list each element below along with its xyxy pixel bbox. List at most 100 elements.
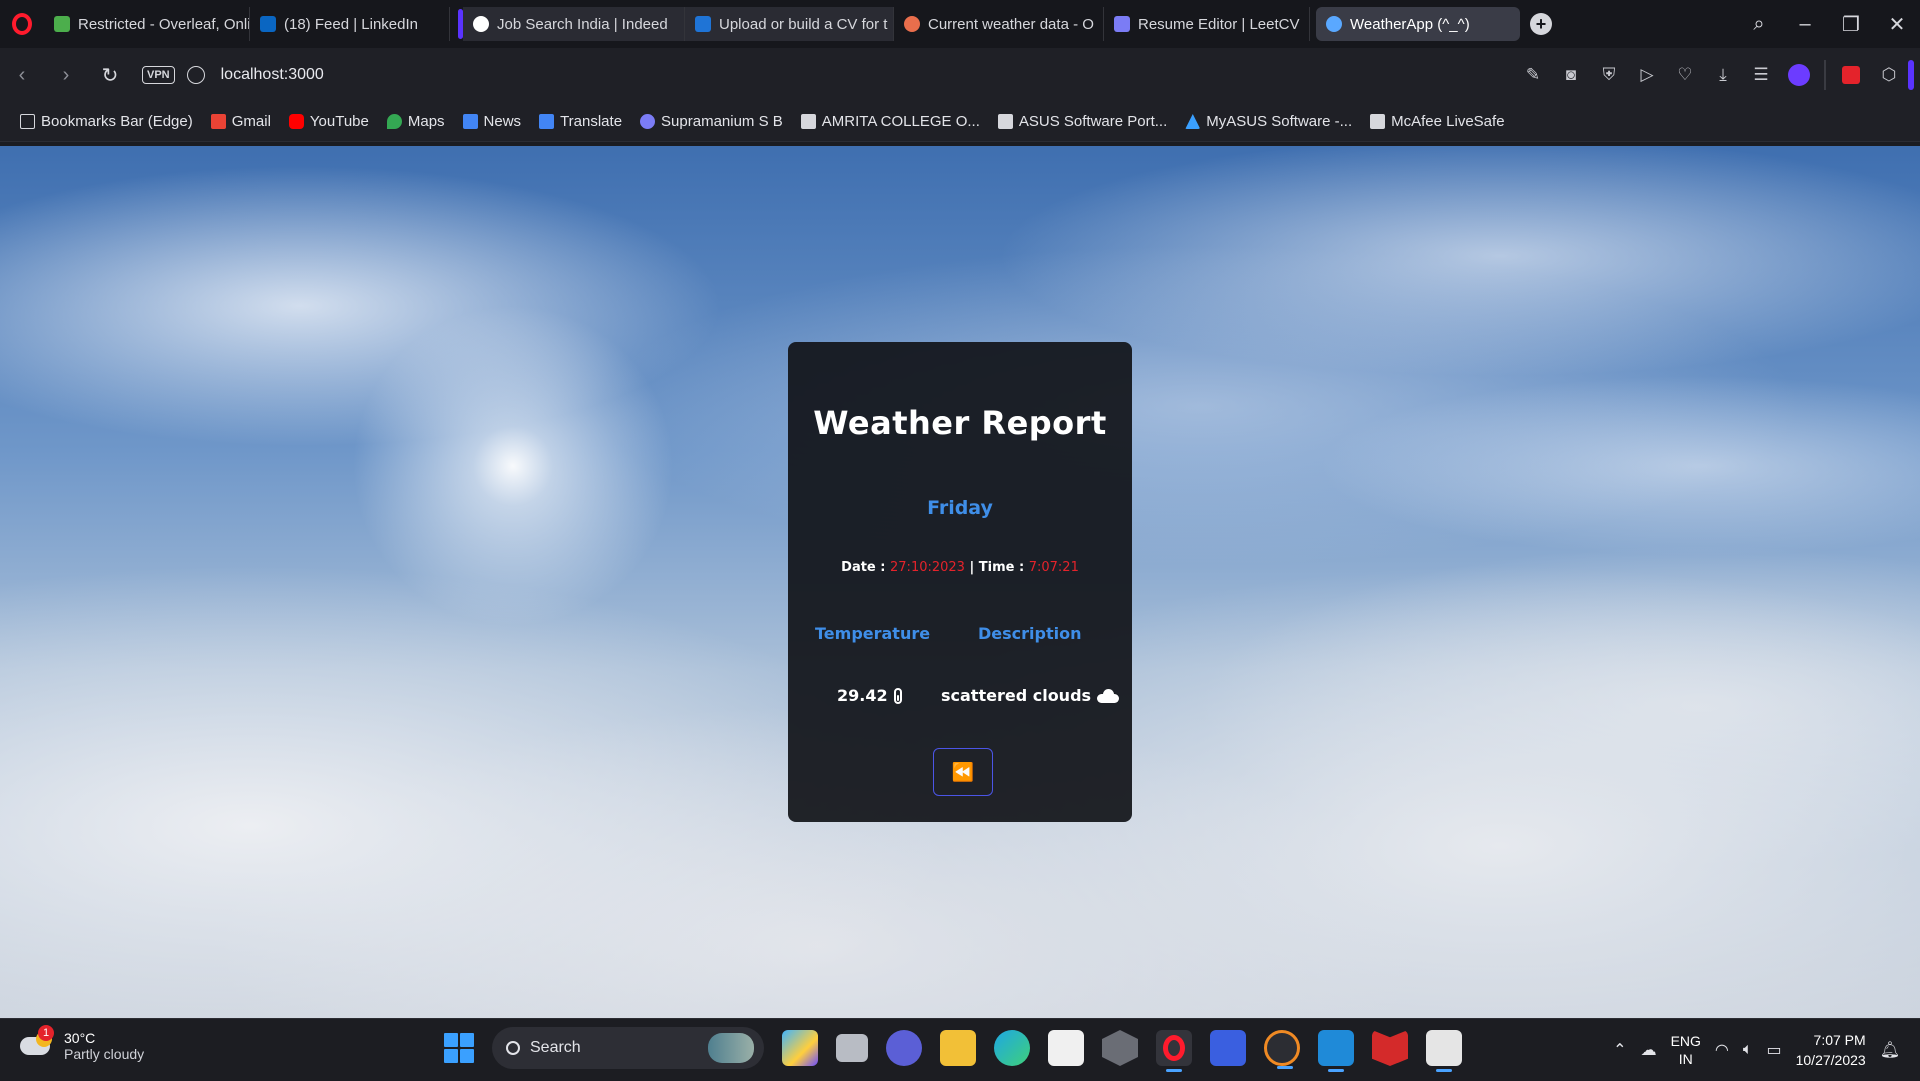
leetcv-icon	[1114, 16, 1130, 32]
globe-icon[interactable]	[186, 66, 205, 84]
lang-top: ENG	[1670, 1033, 1701, 1049]
opera-logo-icon[interactable]	[0, 0, 44, 48]
page-icon	[1370, 114, 1386, 129]
opera-taskbar-icon[interactable]	[1156, 1030, 1192, 1072]
thermometer-icon	[893, 687, 902, 704]
weather-widget[interactable]: 1 30°C Partly cloudy	[20, 1025, 144, 1063]
url-field[interactable]: localhost:3000	[221, 66, 324, 84]
bookmark-youtube[interactable]: YouTube	[288, 113, 369, 130]
mcafee-icon[interactable]	[1372, 1030, 1408, 1066]
play-icon[interactable]: ▷	[1628, 48, 1666, 102]
speaker-icon[interactable]: 🔈︎	[1743, 1041, 1753, 1059]
store-icon[interactable]	[1048, 1030, 1084, 1066]
wifi-icon[interactable]: ◠	[1715, 1040, 1729, 1060]
page-viewport-sky-background: Weather Report Friday Date : 27:10:2023 …	[0, 146, 1920, 1018]
language-indicator[interactable]: ENG IN	[1671, 1032, 1701, 1068]
new-tab-button[interactable]: +	[1530, 13, 1552, 35]
windows-start-icon[interactable]	[444, 1033, 474, 1063]
clock-time: 7:07 PM	[1813, 1032, 1866, 1048]
notification-bell-icon[interactable]: 🔔︎	[1880, 1040, 1900, 1060]
tab-title: Restricted - Overleaf, Onli	[78, 15, 250, 33]
description-value-group: scattered clouds	[941, 686, 1120, 705]
time-value: 7:07:21	[1028, 560, 1079, 575]
media-player-icon[interactable]	[1264, 1030, 1300, 1069]
bookmark-label: Translate	[560, 113, 623, 130]
tab-leetcv[interactable]: Resume Editor | LeetCV	[1104, 7, 1310, 41]
easy-setup-icon[interactable]: ☰	[1742, 48, 1780, 102]
openweather-icon	[904, 16, 920, 32]
close-icon[interactable]: ✕	[1874, 12, 1920, 37]
vpn-badge[interactable]: VPN	[142, 66, 175, 84]
task-view-icon[interactable]	[836, 1034, 868, 1062]
file-explorer-icon[interactable]	[940, 1030, 976, 1066]
bookmark-label: YouTube	[309, 113, 369, 130]
unity-icon[interactable]	[1102, 1030, 1138, 1066]
bookmark-maps[interactable]: Maps	[386, 113, 445, 130]
bookmark-asus-portal[interactable]: ASUS Software Port...	[997, 113, 1168, 130]
link-icon	[640, 114, 656, 129]
weather-report-card: Weather Report Friday Date : 27:10:2023 …	[788, 342, 1132, 822]
bookmark-supramanium[interactable]: Supramanium S B	[640, 113, 783, 130]
bookmark-news[interactable]: News	[462, 113, 521, 130]
bookmark-gmail[interactable]: Gmail	[210, 113, 271, 130]
folder-icon	[20, 114, 35, 129]
tab-search-icon[interactable]: ⌕	[1736, 13, 1782, 36]
asus-app-icon[interactable]	[1210, 1030, 1246, 1066]
copilot-pre-icon[interactable]	[782, 1030, 818, 1066]
tab-overleaf[interactable]: Restricted - Overleaf, Onli	[44, 7, 250, 41]
aria-icon[interactable]	[1780, 48, 1818, 102]
battery-icon[interactable]: ▭	[1766, 1040, 1781, 1060]
clock-date: 10/27/2023	[1795, 1052, 1866, 1068]
windows-taskbar: 1 30°C Partly cloudy Search ⌃ ☁ ENG IN ◠…	[0, 1018, 1920, 1080]
camera-icon[interactable]: ◙	[1552, 48, 1590, 102]
tab-linkedin[interactable]: (18) Feed | LinkedIn	[250, 7, 450, 41]
tab-list: Restricted - Overleaf, Onli (18) Feed | …	[44, 0, 1552, 48]
edge-icon[interactable]	[994, 1030, 1030, 1066]
taskbar-search[interactable]: Search	[492, 1027, 764, 1069]
page-icon	[800, 114, 816, 129]
search-icon	[506, 1041, 520, 1055]
linkedin-icon	[260, 16, 276, 32]
news-icon	[462, 114, 478, 129]
youtube-icon	[288, 114, 304, 129]
bookmark-label: ASUS Software Port...	[1018, 113, 1168, 130]
tab-cv-upload[interactable]: Upload or build a CV for t	[685, 7, 894, 41]
page-icon	[997, 114, 1013, 129]
sidebar-accent	[1908, 60, 1914, 90]
back-button[interactable]: ⏪	[933, 748, 993, 796]
extensions-cube-icon[interactable]: ⬡	[1870, 48, 1908, 102]
chevron-up-icon[interactable]: ⌃	[1613, 1040, 1626, 1060]
minimize-icon[interactable]: –	[1782, 13, 1828, 36]
bookmark-label: Gmail	[231, 113, 271, 130]
shield-icon[interactable]: ⛨	[1590, 48, 1628, 102]
search-placeholder: Search	[530, 1039, 581, 1056]
vscode-icon[interactable]	[1318, 1030, 1354, 1072]
cv-site-icon	[695, 16, 711, 32]
tab-openweather[interactable]: Current weather data - O	[894, 7, 1104, 41]
tab-title: Current weather data - O	[928, 15, 1094, 33]
download-icon[interactable]: ⤓	[1704, 48, 1742, 102]
heart-icon[interactable]: ♡	[1666, 48, 1704, 102]
bookmark-edge-folder[interactable]: Bookmarks Bar (Edge)	[20, 113, 193, 130]
description-header: Description	[978, 624, 1082, 643]
bookmark-translate[interactable]: Translate	[539, 113, 622, 130]
teams-chat-icon[interactable]	[886, 1030, 922, 1066]
forward-icon[interactable]: ›	[44, 48, 88, 102]
onedrive-icon[interactable]: ☁	[1641, 1040, 1657, 1060]
bookmark-mcafee[interactable]: McAfee LiveSafe	[1370, 113, 1505, 130]
clock[interactable]: 7:07 PM 10/27/2023	[1796, 1030, 1866, 1070]
bookmark-label: McAfee LiveSafe	[1391, 113, 1505, 130]
tab-weatherapp-active[interactable]: WeatherApp (^_^)	[1316, 7, 1520, 41]
bookmark-myasus[interactable]: MyASUS Software -...	[1185, 113, 1352, 130]
snipping-tool-icon[interactable]	[1426, 1030, 1462, 1072]
back-icon[interactable]: ‹	[0, 48, 44, 102]
overleaf-icon	[54, 16, 70, 32]
tab-indeed[interactable]: Job Search India | Indeed	[463, 7, 685, 41]
reload-icon[interactable]: ↻	[88, 48, 132, 102]
partly-cloudy-icon: 1	[20, 1025, 54, 1063]
restore-icon[interactable]: ❐	[1828, 12, 1874, 37]
extension-red-icon[interactable]	[1832, 48, 1870, 102]
bookmark-amrita[interactable]: AMRITA COLLEGE O...	[800, 113, 980, 130]
edit-icon[interactable]: ✎	[1514, 48, 1552, 102]
window-controls: ⌕ – ❐ ✕	[1736, 0, 1920, 48]
